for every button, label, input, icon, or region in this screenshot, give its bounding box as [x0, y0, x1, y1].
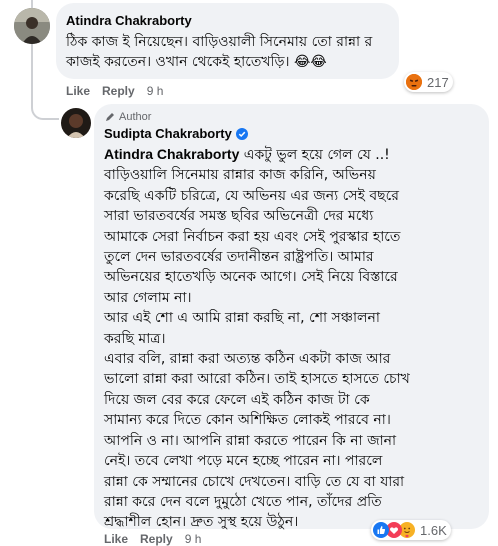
reply-line: তুলে দেন ভারতবর্ষের তদানীন্তন রাষ্ট্রপতি…: [104, 249, 374, 266]
reaction-count: 217: [427, 74, 449, 90]
reply-line: সামান্য করে দিতে কোন অশিক্ষিত লোকই পারবে…: [104, 412, 391, 429]
angry-face-icon: [406, 74, 422, 90]
comment-bubble: Atindra Chakraborty ঠিক কাজ ই নিয়েছেন। …: [56, 3, 399, 79]
avatar[interactable]: [14, 8, 50, 44]
avatar-photo-icon: [61, 108, 91, 138]
reply-bubble: Author Sudipta Chakraborty Atindra Chakr…: [94, 104, 489, 530]
reply-author-row: Sudipta Chakraborty: [104, 126, 248, 141]
thread-line-vertical: [31, 44, 33, 104]
thread-line-top: [31, 0, 33, 8]
mention-link[interactable]: Atindra Chakraborty: [104, 146, 239, 162]
comment-author[interactable]: Atindra Chakraborty: [66, 13, 192, 28]
reply-text: Atindra Chakraborty একটু ভুল হয়ে গেল যে…: [104, 144, 410, 533]
comment-reactions[interactable]: 217: [404, 72, 453, 92]
verified-badge-icon: [235, 127, 248, 140]
comment-line: ঠিক কাজ ই নিয়েছেন। বাড়িওয়ালী সিনেমায়…: [66, 34, 373, 50]
reply-first-line: Atindra Chakraborty একটু ভুল হয়ে গেল যে…: [104, 144, 410, 165]
comment-line: কাজই করতেন। ওখান থেকেই হাতেখড়ি। 😂😂: [66, 54, 327, 71]
comment-actions: Like Reply 9 h: [66, 84, 163, 98]
like-button[interactable]: Like: [66, 84, 90, 98]
reply-line: দিয়ে জল বের করে ফেলে এই কঠিন কাজ টা কে: [104, 391, 370, 408]
reply-time: 9 h: [184, 532, 202, 546]
thread-line-curve: [31, 104, 59, 120]
reply-line: আপনি ও না। আপনি রান্না করতে পারেন কি না …: [104, 432, 397, 449]
reply-button[interactable]: Reply: [102, 84, 135, 98]
avatar-photo-icon: [14, 8, 50, 44]
reply-author[interactable]: Sudipta Chakraborty: [104, 126, 232, 141]
reply-line: ভালো রান্না করা আরো কঠিন। তাই হাসতে হাসত…: [104, 371, 410, 388]
reply-line: আর গেলাম না।: [104, 289, 192, 306]
reply-line: এবার বলি, রান্না করা অত্যন্ত কঠিন একটা ক…: [104, 351, 391, 368]
pen-icon: [106, 113, 114, 121]
reply-line: আর এই শো এ আমি রান্না করছি না, শো সঞ্চাল…: [104, 310, 380, 327]
comment-time: 9 h: [146, 84, 164, 98]
reply-line: শ্রদ্ধাশীল হোন। দ্রুত সুস্থ হয়ে উঠুন।: [104, 514, 299, 531]
reply-line: সারা ভারতবর্ষের সমস্ত ছবির অভিনেত্রী দের…: [104, 208, 374, 225]
reply-line: অভিনয়ের হাতেখড়ি অনেক আগে। সেই নিয়ে বি…: [104, 269, 398, 286]
reply-line: একটু ভুল হয়ে গেল যে ..!: [239, 147, 390, 163]
reply-line: নেই। তবে লেখা পড়ে মনে হচ্ছে পারেন না। প…: [104, 453, 383, 470]
comment-text: ঠিক কাজ ই নিয়েছেন। বাড়িওয়ালী সিনেমায়…: [66, 32, 372, 73]
like-button[interactable]: Like: [104, 532, 128, 546]
author-badge: Author: [104, 111, 151, 123]
reaction-count: 1.6K: [420, 522, 447, 538]
reply-line: রান্না করে দেন বলে দুমুঠো খেতে পান, তাঁদ…: [104, 493, 382, 510]
reply-reactions[interactable]: 1.6K: [371, 520, 451, 540]
like-icon: [373, 522, 389, 538]
reply-line: রান্না কে সম্মানের চোখে দেখতেন। বাড়ি তে…: [104, 473, 405, 490]
reply-line: বাড়িওয়ালি সিনেমায় রান্নার কাজ করিনি, …: [104, 167, 376, 184]
reply-avatar[interactable]: [61, 108, 91, 138]
reply-line: করছি মাত্র।: [104, 330, 166, 347]
reply-actions: Like Reply 9 h: [104, 532, 201, 546]
reply-line: করেছি একটি চরিত্রে, যে অভিনয় এর জন্য সে…: [104, 187, 399, 204]
reply-line: আমাকে সেরা নির্বাচন করা হয় এবং সেই পুরস…: [104, 228, 401, 245]
reply-button[interactable]: Reply: [140, 532, 173, 546]
